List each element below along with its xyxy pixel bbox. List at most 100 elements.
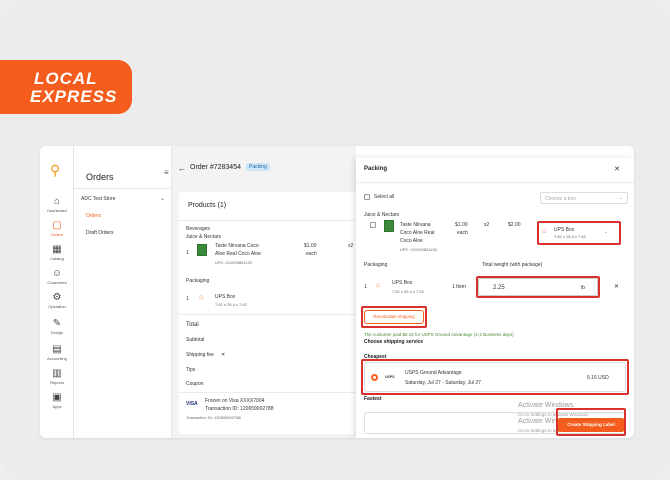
rail-item-operation[interactable]: ⚙ Operation (40, 292, 74, 309)
packing-panel: Packing ✕ Select all Choose a box ⌄ Juic… (356, 158, 634, 438)
close-icon[interactable]: ✕ (614, 165, 620, 173)
packaging-label: Packaging (186, 278, 210, 284)
rail-label: Orders (50, 232, 64, 237)
subnav-divider (74, 188, 172, 189)
rail-label: Operation (48, 304, 66, 309)
divider (179, 220, 356, 221)
products-card: Products (1) Beverages Juice & Nectars 1… (179, 192, 356, 434)
payment-status: Frozen on Visa XXXX7004 (205, 398, 265, 404)
icon-rail: ⚲ ⌂ Dashboard ▢ Orders ▦ Catalog ☺ Custo… (40, 146, 74, 438)
orders-icon: ▢ (52, 220, 62, 231)
app-window: ⚲ ⌂ Dashboard ▢ Orders ▦ Catalog ☺ Custo… (40, 146, 634, 438)
item-unit: each (306, 251, 317, 257)
rail-item-accounting[interactable]: ▤ Accounting (40, 344, 74, 361)
store-selector[interactable]: ADC Test Store (81, 196, 115, 202)
local-express-logo: LOCAL EXPRESS (0, 60, 132, 114)
paid-note: The customer paid $6.16 for USPS Ground … (364, 332, 514, 337)
status-badge: Packing (246, 163, 270, 171)
collapse-menu-icon[interactable]: ≡ (164, 168, 169, 177)
package-qty: 1 (364, 284, 367, 290)
select-all-checkbox[interactable] (364, 194, 370, 200)
logo-line-1: LOCAL (34, 69, 98, 88)
subnav-link-orders[interactable]: Orders (86, 213, 101, 219)
packing-item-name-1: Taste Nirvana (400, 222, 431, 228)
rail-item-reports[interactable]: ▥ Reports (40, 368, 74, 385)
catalog-icon: ▦ (52, 244, 62, 255)
package-dims: 7.62 x 25.4 x 7.62 (215, 302, 247, 307)
rail-label: Catalog (50, 256, 64, 261)
product-thumbnail (197, 244, 207, 256)
packing-item-unit: each (457, 230, 468, 236)
packing-item-price: $1.00 (455, 222, 468, 228)
brand-pin-icon[interactable]: ⚲ (50, 162, 60, 179)
subnav-title: Orders (86, 172, 114, 182)
tips-label: Tips (186, 367, 196, 373)
back-arrow-icon[interactable]: ← (178, 164, 186, 173)
chevron-down-icon: ⌄ (618, 195, 623, 201)
packing-category: Juice & Nectars (364, 212, 400, 218)
subnav-link-draft-orders[interactable]: Draft Orders (86, 230, 114, 236)
highlight-weight (476, 276, 600, 298)
item-multiplier: x2 (348, 243, 354, 249)
coupon-label: Coupon (186, 381, 204, 387)
visa-logo: VISA (186, 401, 198, 407)
choose-box-select[interactable]: Choose a box ⌄ (540, 192, 628, 204)
rail-label: Apps (52, 404, 62, 409)
rail-label: Design (50, 330, 64, 335)
subtotal-label: Subtotal (186, 337, 205, 343)
subcategory-label: Juice & Nectars (186, 234, 222, 240)
packing-item-mult: x2 (484, 222, 490, 228)
remove-package-icon[interactable]: ✕ (614, 284, 619, 290)
package-item-count: 1 Item (452, 284, 466, 290)
shipping-fee-edit-icon[interactable]: ✕ (221, 352, 225, 358)
rail-item-apps[interactable]: ▣ Apps (40, 392, 74, 409)
highlight-box-select (537, 221, 621, 245)
select-all-label: Select all (374, 194, 395, 200)
rail-label: Customers (47, 280, 67, 285)
item-qty: 1 (186, 250, 189, 256)
rail-item-orders[interactable]: ▢ Orders (40, 220, 74, 237)
shipping-service-title: Choose shipping service (364, 339, 424, 345)
orders-subnav: Orders ≡ ADC Test Store ⌄ Orders Draft O… (74, 146, 172, 438)
transaction-id: Transaction ID: 120659002788 (205, 406, 274, 412)
item-name-1[interactable]: Taste Nirvana Coco (215, 243, 259, 249)
item-checkbox[interactable] (370, 222, 376, 228)
reports-icon: ▥ (52, 368, 62, 379)
package-name: UPS Box (392, 280, 413, 286)
accounting-icon: ▤ (52, 344, 62, 355)
transaction-id-small: Transaction ID: 120659002788 (186, 415, 241, 420)
customers-icon: ☺ (51, 268, 63, 279)
item-name-2[interactable]: Aloe Real Coco Aloe (215, 251, 261, 257)
rail-item-design[interactable]: ✎ Design (40, 318, 74, 335)
package-qty: 1 (186, 296, 189, 302)
rail-item-customers[interactable]: ☺ Customers (40, 268, 74, 285)
divider (356, 182, 634, 183)
rail-item-catalog[interactable]: ▦ Catalog (40, 244, 74, 261)
packaging-label: Packaging (364, 262, 388, 268)
rail-label: Dashboard (47, 208, 67, 213)
rail-item-dashboard[interactable]: ⌂ Dashboard (40, 196, 74, 213)
products-title: Products (1) (188, 202, 227, 209)
packing-item-name-3: Coco Aloe (400, 238, 423, 244)
logo-line-2: EXPRESS (30, 87, 118, 106)
total-label: Total (186, 322, 199, 328)
order-number: Order #7283454 (190, 164, 241, 171)
apps-icon: ▣ (52, 392, 62, 403)
packing-item-upc: UPC: 011209801133 (400, 247, 437, 252)
product-thumbnail (384, 220, 394, 232)
package-dims: 7.62 x 25.4 x 7.62 (392, 289, 424, 294)
weight-label: Total weight (with package) (482, 262, 543, 268)
packing-title: Packing (364, 166, 388, 172)
rail-label: Reports (49, 380, 64, 385)
item-price: $1.00 (304, 243, 317, 249)
shipping-fee-label: Shipping fee (186, 352, 214, 358)
package-name: UPS Box (215, 294, 236, 300)
choose-box-placeholder: Choose a box (545, 196, 576, 202)
divider (179, 314, 356, 315)
operation-icon: ⚙ (52, 292, 62, 303)
highlight-create (556, 408, 626, 436)
design-icon: ✎ (52, 318, 62, 329)
chevron-down-icon[interactable]: ⌄ (160, 195, 165, 202)
category-label: Beverages (186, 226, 210, 232)
box-icon: ⌂ (199, 294, 204, 301)
